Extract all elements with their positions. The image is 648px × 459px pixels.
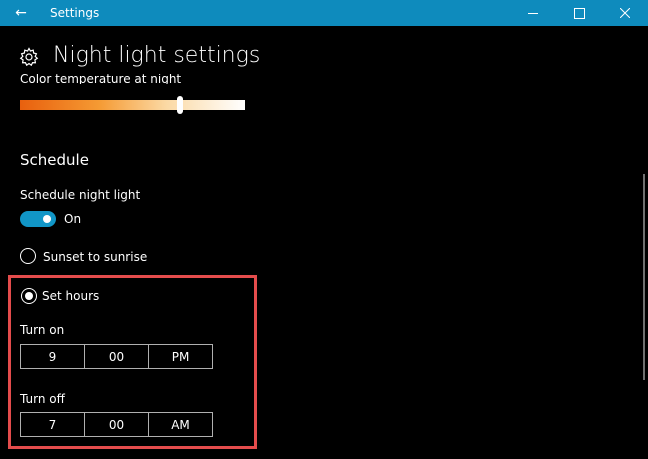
radio-selected-dot [25,292,33,300]
turn-off-period[interactable]: AM [148,413,212,436]
toggle-state-label: On [64,212,82,226]
title-bar: ← Settings [0,0,648,26]
minimize-icon [528,12,538,14]
maximize-button[interactable] [556,0,602,26]
sunset-to-sunrise-label[interactable]: Sunset to sunrise [43,250,147,264]
gear-icon [19,47,39,67]
turn-off-label: Turn off [20,392,65,406]
schedule-header: Schedule [20,151,89,169]
back-button[interactable]: ← [0,0,42,26]
turn-off-time-picker[interactable]: 7 00 AM [20,412,213,437]
scrollbar[interactable] [643,174,645,380]
turn-on-minute[interactable]: 00 [84,345,148,368]
settings-content: Night light settings Color temperature a… [0,26,648,459]
turn-on-period[interactable]: PM [148,345,212,368]
back-arrow-icon: ← [15,5,27,21]
color-temperature-label: Color temperature at night [20,74,182,84]
maximize-icon [573,7,585,19]
close-icon [620,8,630,18]
schedule-night-light-label: Schedule night light [20,188,141,202]
set-hours-label[interactable]: Set hours [42,289,99,303]
turn-on-hour[interactable]: 9 [21,345,84,368]
turn-off-hour[interactable]: 7 [21,413,84,436]
radio-sunset-to-sunrise[interactable] [20,248,36,264]
turn-on-label: Turn on [20,323,65,337]
schedule-toggle[interactable] [20,211,56,227]
app-title: Settings [50,6,100,20]
turn-off-minute[interactable]: 00 [84,413,148,436]
color-temperature-slider[interactable] [20,100,245,110]
turn-on-time-picker[interactable]: 9 00 PM [20,344,213,369]
slider-thumb[interactable] [176,96,183,114]
page-title: Night light settings [53,43,261,68]
toggle-knob [43,215,51,223]
close-button[interactable] [602,0,648,26]
radio-set-hours[interactable] [21,288,37,304]
minimize-button[interactable] [510,0,556,26]
